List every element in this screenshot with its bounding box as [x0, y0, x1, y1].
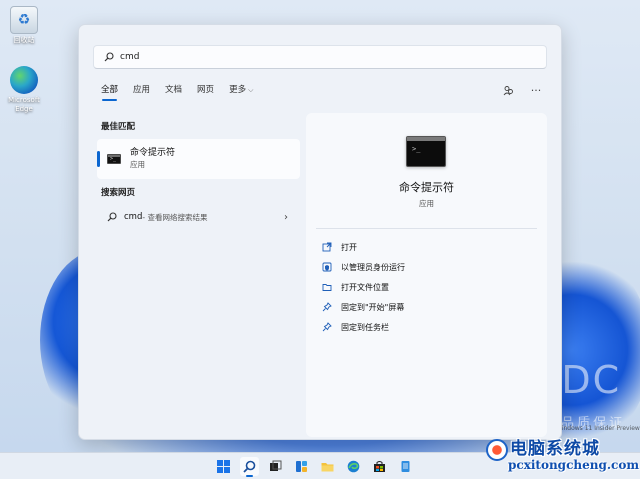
- action-open[interactable]: 打开: [318, 237, 536, 257]
- tab-all[interactable]: 全部: [101, 84, 118, 101]
- web-search-result[interactable]: cmd - 查看网络搜索结果 ›: [97, 207, 300, 227]
- taskbar-icons: [214, 457, 415, 477]
- folder-icon: [322, 284, 332, 291]
- details-actions: 打开 以管理员身份运行 打开文件位置 固定到"开始"屏幕 固定到任务栏: [318, 237, 536, 337]
- notepad-button[interactable]: [396, 457, 415, 476]
- desktop-icon-label: Microsoft Edge: [8, 96, 40, 113]
- more-options-icon[interactable]: ···: [529, 83, 543, 97]
- watermark-site-url: pcxitongcheng.com: [508, 458, 640, 472]
- chevron-down-icon: ⌵: [248, 86, 254, 94]
- best-match-title: 命令提示符: [130, 148, 176, 158]
- desktop-icon-recycle-bin[interactable]: ♻ 回收站: [2, 6, 46, 45]
- command-prompt-large-icon: >_: [406, 136, 446, 167]
- details-subtitle: 应用: [419, 199, 434, 208]
- start-button[interactable]: [214, 457, 233, 476]
- desktop-icon-label: 回收站: [13, 36, 35, 44]
- shield-icon: [322, 262, 332, 272]
- tab-apps[interactable]: 应用: [133, 84, 150, 100]
- search-bar[interactable]: [93, 45, 547, 69]
- web-result-term: cmd: [124, 212, 143, 222]
- action-pin-to-taskbar[interactable]: 固定到任务栏: [318, 317, 536, 337]
- chevron-right-icon: ›: [284, 211, 288, 223]
- open-icon: [322, 242, 332, 252]
- pin-icon: [322, 302, 332, 312]
- best-match-result[interactable]: 命令提示符 应用: [97, 139, 300, 179]
- account-switch-icon[interactable]: [501, 83, 515, 97]
- tab-more-label: 更多: [229, 85, 247, 95]
- action-open-file-location[interactable]: 打开文件位置: [318, 277, 536, 297]
- task-view-icon: [270, 460, 282, 471]
- taskbar-search-button[interactable]: [240, 457, 259, 477]
- action-label: 固定到"开始"屏幕: [341, 302, 405, 312]
- search-input[interactable]: [120, 52, 520, 62]
- web-search-heading: 搜索网页: [101, 188, 136, 198]
- edge-icon: [347, 460, 360, 473]
- action-label: 以管理员身份运行: [341, 262, 405, 272]
- action-pin-to-start[interactable]: 固定到"开始"屏幕: [318, 297, 536, 317]
- web-result-suffix: - 查看网络搜索结果: [142, 212, 208, 222]
- details-title: 命令提示符: [399, 181, 454, 194]
- watermark-logo: [486, 439, 508, 461]
- command-prompt-icon: [107, 154, 121, 164]
- recycle-bin-icon: ♻: [10, 6, 38, 34]
- details-divider: [316, 228, 537, 229]
- search-panel: 全部 应用 文档 网页 更多⌵ ··· 最佳匹配 命令提示符 应用 搜索网页 c…: [78, 24, 562, 440]
- panel-top-actions: ···: [501, 83, 543, 97]
- widgets-button[interactable]: [292, 457, 311, 476]
- best-match-heading: 最佳匹配: [101, 122, 136, 132]
- file-explorer-button[interactable]: [318, 457, 337, 476]
- search-icon: [107, 212, 117, 222]
- action-label: 固定到任务栏: [341, 322, 389, 332]
- desktop-icon-edge[interactable]: Microsoft Edge: [2, 66, 46, 114]
- store-button[interactable]: [370, 457, 389, 476]
- search-icon: [243, 460, 256, 473]
- action-label: 打开文件位置: [341, 282, 389, 292]
- edge-button[interactable]: [344, 457, 363, 476]
- action-label: 打开: [341, 242, 357, 252]
- tab-documents[interactable]: 文档: [165, 84, 182, 100]
- best-match-subtitle: 应用: [130, 160, 145, 169]
- watermark-site-name: 电脑系统城: [510, 439, 600, 459]
- windows-logo-icon: [217, 460, 230, 473]
- task-view-button[interactable]: [266, 457, 285, 476]
- action-run-as-admin[interactable]: 以管理员身份运行: [318, 257, 536, 277]
- pin-icon: [322, 322, 332, 332]
- filter-tabs: 全部 应用 文档 网页 更多 ⌵: [101, 84, 268, 101]
- details-pane: >_ 命令提示符 应用 打开 以管理员身份运行 打开文件位置 固定到"开始"屏幕: [306, 113, 547, 437]
- edge-icon: [10, 66, 38, 94]
- selection-indicator: [97, 151, 100, 167]
- store-icon: [374, 461, 385, 472]
- folder-icon: [321, 463, 334, 472]
- watermark-preview-note: Windows 11 Insider Preview: [556, 425, 640, 432]
- widgets-icon: [296, 461, 307, 472]
- tab-web[interactable]: 网页: [197, 84, 214, 100]
- search-icon: [104, 52, 114, 62]
- notepad-icon: [401, 461, 410, 472]
- tab-more[interactable]: 更多 ⌵: [229, 84, 253, 100]
